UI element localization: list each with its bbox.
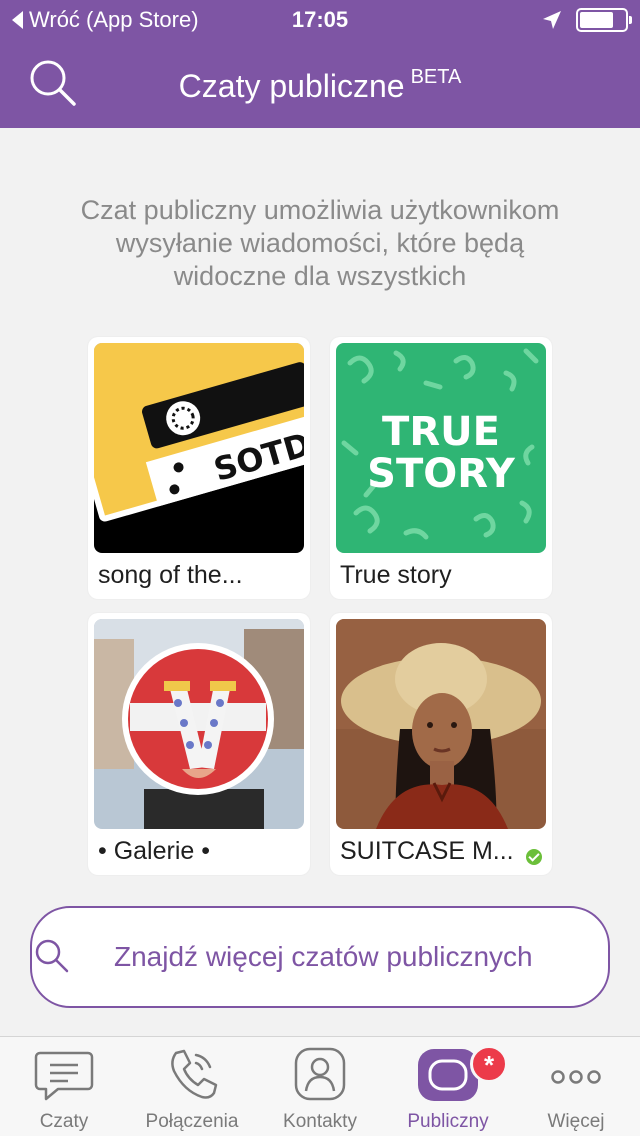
public-chat-card-song-of-the-day[interactable]: SOTD song of the... [88, 337, 310, 599]
chat-bubble-icon [34, 1051, 94, 1101]
true-story-line-1: TRUE [382, 409, 500, 455]
search-icon [35, 939, 69, 973]
public-chat-card-galerie[interactable]: • Galerie • [88, 613, 310, 875]
notification-badge: * [470, 1045, 508, 1083]
status-bar: Wróć (App Store) 17:05 [0, 0, 640, 40]
battery-level [580, 12, 613, 28]
card-image-woman-straw-hat [336, 619, 546, 829]
tab-contacts[interactable]: Kontakty [256, 1037, 384, 1136]
description: Czat publiczny umożliwia użytkownikom wy… [80, 195, 560, 291]
verified-check-icon [526, 849, 542, 865]
battery-icon [576, 8, 632, 32]
more-dots-icon [551, 1070, 601, 1084]
page-title: Czaty publiczne BETA [0, 66, 640, 105]
tab-label: Kontakty [283, 1111, 357, 1132]
card-label: True story [340, 561, 452, 589]
tab-label: Połączenia [145, 1111, 239, 1132]
page-title-text: Czaty publiczne [178, 68, 405, 104]
card-label: song of the... [98, 561, 243, 589]
public-chat-card-true-story[interactable]: TRUE STORY True story [330, 337, 552, 599]
beta-label: BETA [410, 66, 462, 88]
card-label: SUITCASE M... [340, 837, 514, 865]
tab-calls[interactable]: Połączenia [128, 1037, 256, 1136]
card-image-cassette: SOTD [94, 343, 304, 553]
public-chat-icon [418, 1049, 478, 1101]
find-more-public-chats-button[interactable]: Znajdź więcej czatów publicznych [30, 906, 610, 1008]
tab-label: Publiczny [407, 1111, 489, 1132]
contacts-icon [294, 1047, 346, 1101]
card-image-true-story: TRUE STORY [336, 343, 546, 553]
header: Wróć (App Store) 17:05 Czaty publiczne BE… [0, 0, 640, 128]
tab-more[interactable]: Więcej [512, 1037, 640, 1136]
status-indicators [542, 8, 632, 32]
phone-icon [171, 1049, 218, 1099]
card-image-no-entry-sign [94, 619, 304, 829]
public-chat-card-suitcase[interactable]: SUITCASE M... [330, 613, 552, 875]
card-label: • Galerie • [98, 837, 210, 865]
tab-public[interactable]: * Publiczny [384, 1037, 512, 1136]
location-arrow-icon [543, 11, 561, 29]
tab-label: Czaty [39, 1111, 89, 1132]
tab-chats[interactable]: Czaty [0, 1037, 128, 1136]
tab-bar: Czaty Połączenia Kontakty * Publiczny Wi… [0, 1036, 640, 1136]
true-story-line-2: STORY [367, 451, 516, 497]
tab-label: Więcej [547, 1111, 605, 1132]
find-more-label: Znajdź więcej czatów publicznych [114, 941, 533, 972]
